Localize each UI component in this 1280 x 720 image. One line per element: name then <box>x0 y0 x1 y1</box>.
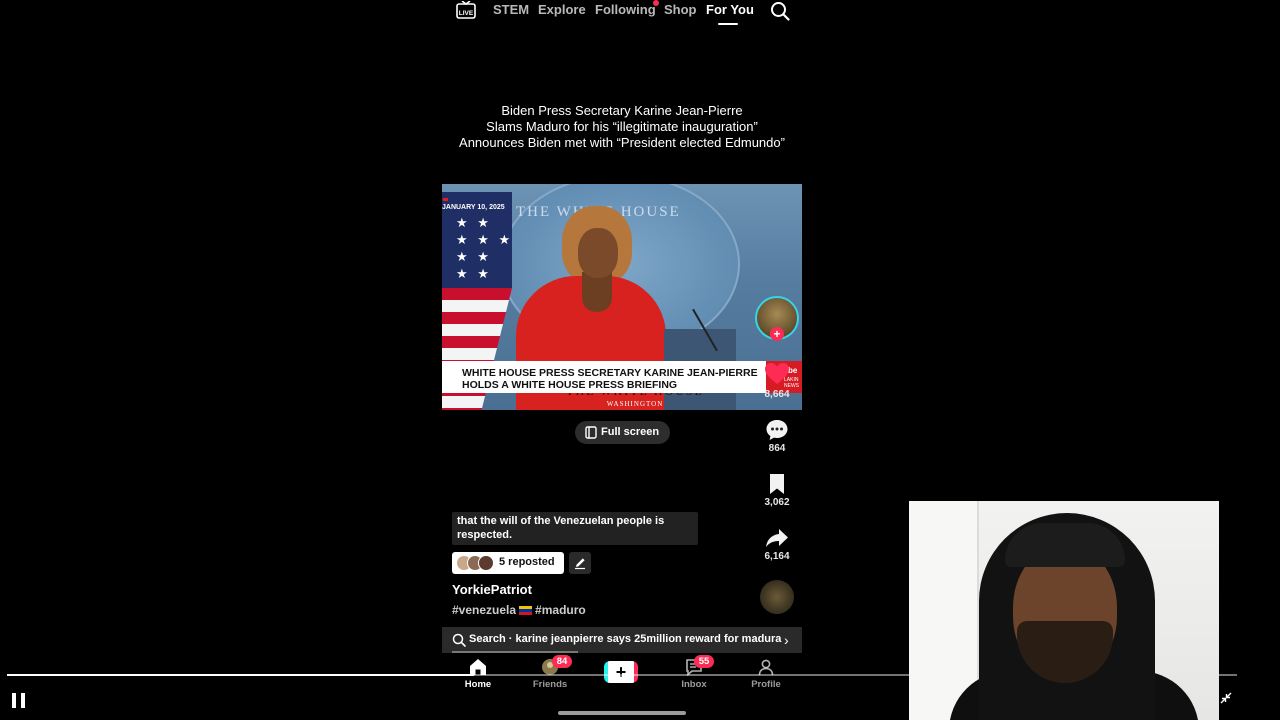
follow-plus-icon[interactable]: + <box>770 327 784 341</box>
podium-subtext: WASHINGTON <box>606 400 664 408</box>
headline-line: Announces Biden met with “President elec… <box>459 135 785 150</box>
reposted-label: 5 reposted <box>499 556 555 568</box>
heart-icon[interactable] <box>764 362 790 386</box>
creator-username[interactable]: YorkiePatriot <box>452 582 532 597</box>
fullscreen-label: Full screen <box>601 426 660 438</box>
hashtag-maduro[interactable]: #maduro <box>535 603 586 617</box>
headline-line: Biden Press Secretary Karine Jean-Pierre <box>501 103 743 118</box>
inbox-badge: 55 <box>694 655 714 668</box>
webcam-overlay <box>909 501 1219 720</box>
share-icon[interactable] <box>765 526 789 550</box>
pencil-icon <box>575 558 585 570</box>
fullscreen-button[interactable]: Full screen <box>575 421 670 444</box>
hashtags: #venezuela #maduro <box>452 603 586 617</box>
video-scrub-indicator <box>452 651 578 653</box>
share-count: 6,164 <box>764 551 790 562</box>
nav-inbox-label: Inbox <box>681 679 707 690</box>
like-count: 8,664 <box>764 389 790 400</box>
date-tag: JANUARY 10, 2025 <box>442 204 505 211</box>
reposted-badge[interactable]: 5 reposted <box>452 552 564 574</box>
chevron-right-icon: › <box>784 632 789 648</box>
related-search-text: Search · karine jeanpierre says 25millio… <box>469 633 782 645</box>
save-count: 3,062 <box>764 497 790 508</box>
chyron-line: WHITE HOUSE PRESS SECRETARY KARINE JEAN-… <box>462 367 758 379</box>
plus-icon: + <box>615 662 627 682</box>
tiktok-feed: LIVE STEM Explore Following Shop For You… <box>442 0 802 720</box>
chyron-text: WHITE HOUSE PRESS SECRETARY KARINE JEAN-… <box>462 367 758 391</box>
post-headline: Biden Press Secretary Karine Jean-Pierre… <box>442 103 802 151</box>
edit-button[interactable] <box>569 552 591 574</box>
tab-explore[interactable]: Explore <box>538 2 586 17</box>
chyron-line: HOLDS A WHITE HOUSE PRESS BRIEFING <box>462 379 678 391</box>
live-icon[interactable]: LIVE <box>456 1 476 19</box>
home-indicator <box>558 711 686 715</box>
active-tab-indicator <box>718 23 738 25</box>
create-button[interactable]: + <box>604 661 638 683</box>
hashtag-venezuela[interactable]: #venezuela <box>452 603 516 617</box>
following-notification-dot <box>653 0 659 6</box>
top-nav: LIVE STEM Explore Following Shop For You <box>442 0 802 28</box>
repost-avatars <box>456 555 496 571</box>
tab-following[interactable]: Following <box>595 2 656 17</box>
venezuela-flag-icon <box>519 606 533 615</box>
avatar <box>478 555 494 571</box>
video-caption: that the will of the Venezuelan people i… <box>452 512 698 545</box>
search-icon <box>452 633 466 647</box>
speaker-neck <box>582 272 612 312</box>
fullscreen-icon <box>585 426 597 439</box>
related-search-bar[interactable]: Search · karine jeanpierre says 25millio… <box>442 627 802 653</box>
comment-icon[interactable] <box>765 418 789 442</box>
streamer-cap <box>1005 523 1125 567</box>
bookmark-icon[interactable] <box>765 472 789 496</box>
nav-profile-label: Profile <box>751 679 781 690</box>
comment-count: 864 <box>768 443 786 454</box>
tab-shop[interactable]: Shop <box>664 2 697 17</box>
nav-home-label: Home <box>464 679 492 690</box>
collapse-icon[interactable] <box>1220 692 1232 704</box>
music-disc-icon[interactable] <box>760 580 794 614</box>
headline-line: Slams Maduro for his “illegitimate inaug… <box>486 119 758 134</box>
speaker-face <box>578 228 618 278</box>
playback-progress-fill <box>7 674 475 676</box>
date-marker <box>443 198 448 201</box>
tab-for-you[interactable]: For You <box>706 2 754 17</box>
pause-icon[interactable] <box>12 693 26 708</box>
tab-stem[interactable]: STEM <box>493 2 529 17</box>
search-icon[interactable] <box>770 1 790 21</box>
svg-text:LIVE: LIVE <box>459 10 474 17</box>
friends-badge: 84 <box>552 655 572 668</box>
video-frame[interactable]: THE WHITE HOUSE ★ ★★ ★ ★★ ★★ ★ JANUARY 1… <box>442 184 802 410</box>
nav-friends-label: Friends <box>532 679 568 690</box>
